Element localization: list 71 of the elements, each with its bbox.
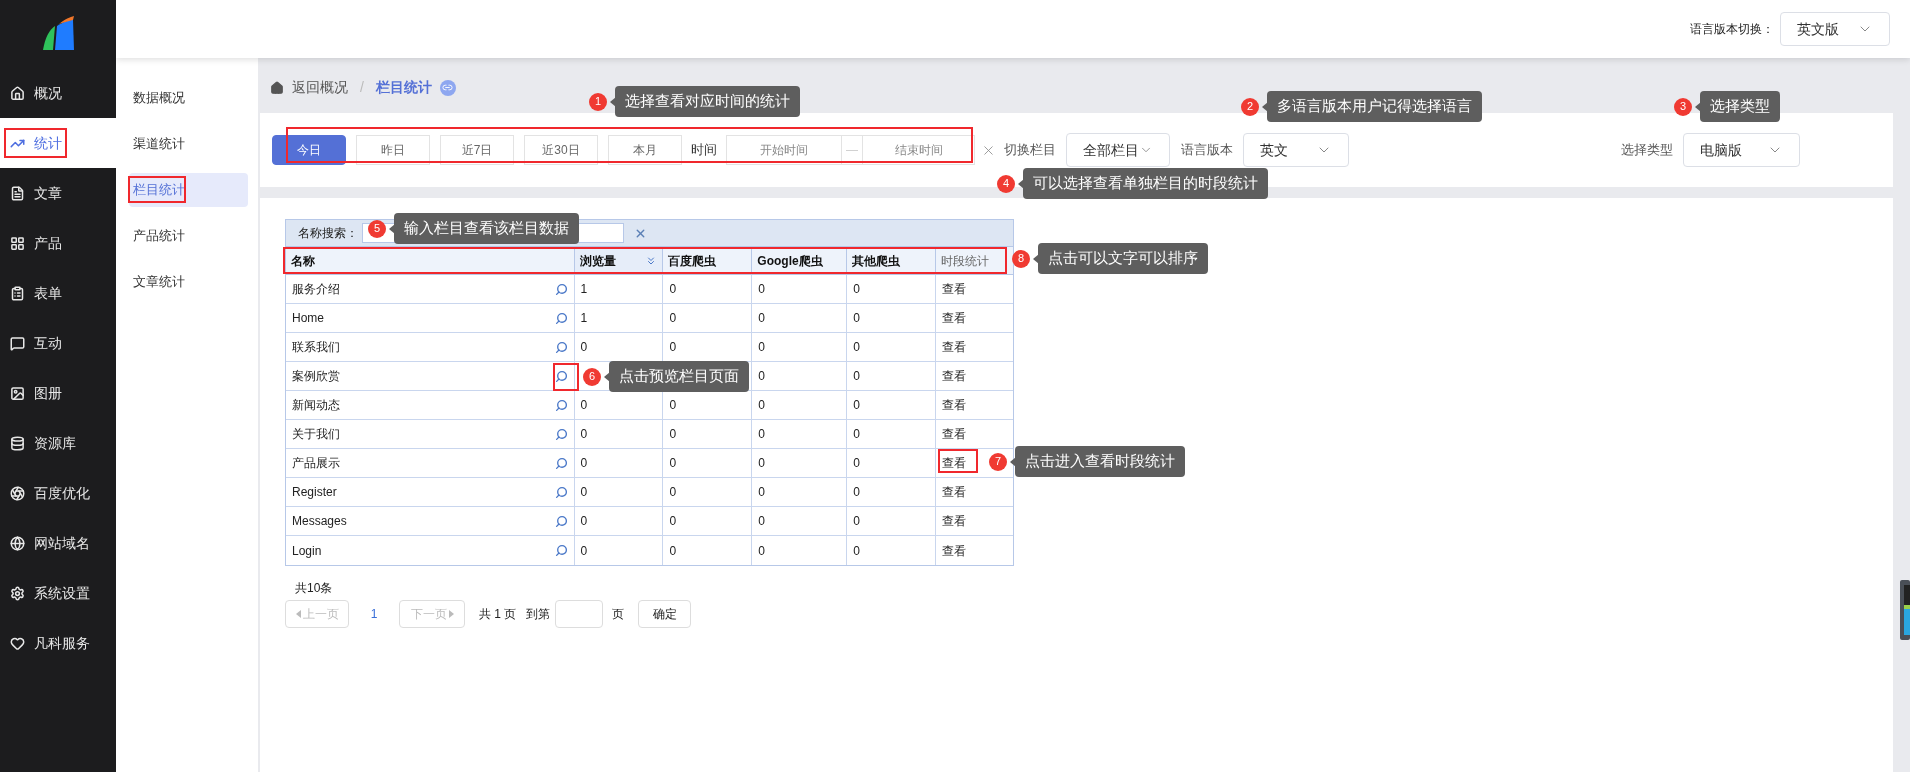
table-cell-text: 0 [580,484,588,501]
table-cell-text: 0 [758,513,766,530]
table-cell-text: 0 [758,310,766,327]
type-label: 选择类型 [1621,141,1673,160]
table-cell-text: 1 [580,281,588,298]
step-number: 3 [1674,97,1692,116]
table-cell-text: 产品展示 [292,455,340,472]
table-cell-text: Login [292,542,322,560]
breadcrumb-current: 栏目统计 [375,78,432,97]
table-cell-text: 0 [580,513,588,530]
table-cell-text: 关于我们 [292,426,340,443]
table-cell-text: 0 [853,368,860,385]
callout: 多语言版本用户记得选择语言 [1267,91,1482,122]
callout: 输入栏目查看该栏目数据 [394,213,579,244]
table-cell-text: 0 [758,339,766,356]
callout: 点击进入查看时段统计 [1015,446,1185,477]
search-label: 名称搜索： [298,225,358,242]
table-cell-text: 0 [853,339,860,356]
table-cell-text: 1 [580,310,588,327]
table-cell-text: 0 [758,484,766,501]
table-cell-text: 0 [669,339,677,356]
table-cell-text: 0 [758,455,766,472]
table-cell-text: 0 [580,542,588,560]
table-cell-text: 0 [580,339,588,356]
time-label: 时间 [690,141,718,160]
table-cell-text: 0 [853,310,860,327]
table-cell-text: 服务介绍 [292,281,340,298]
table-cell-text: 0 [669,281,677,298]
language-switch-label: 语言版本切换： [1690,21,1774,38]
page-count: 共 1 页 [479,606,517,623]
breadcrumb-separator: / [359,78,365,97]
step-number: 2 [1241,97,1259,116]
callout: 选择查看对应时间的统计 [615,86,800,117]
table-cell-text: 0 [853,281,860,298]
table-cell-text: 0 [758,368,766,385]
total-count: 共10条 [294,580,334,597]
table-cell-text: 0 [580,455,588,472]
step-number: 1 [589,92,607,111]
table-cell-text: 0 [758,542,766,560]
table-cell-text: 0 [853,397,860,414]
table-cell-text: 0 [669,542,677,560]
table-cell-text: Register [292,484,337,501]
table-cell-text: 0 [853,484,860,501]
language-version-label: 语言版本 [1181,141,1233,160]
table-cell-text: 0 [853,542,860,560]
table-cell-text: Home [292,310,324,327]
table-cell-text: 0 [669,513,677,530]
column-switch-label: 切换栏目 [1004,141,1056,160]
table-cell-text: 0 [669,455,677,472]
callout: 点击预览栏目页面 [609,361,749,392]
table-cell-text: 0 [758,281,766,298]
table-cell-text: 0 [669,310,677,327]
table-cell-text: 0 [580,426,588,443]
table-cell-text: 0 [669,397,677,414]
table-cell-text: 新闻动态 [292,397,340,414]
table-cell-text: 联系我们 [292,339,340,356]
page-unit: 页 [612,606,625,623]
table-cell-text: 案例欣赏 [292,368,340,385]
goto-label: 到第 [526,606,551,623]
table-cell-text: 0 [758,397,766,414]
table-cell-text: 0 [853,455,860,472]
table-cell-text: 0 [580,397,588,414]
table-cell-text: 0 [758,426,766,443]
callout: 选择类型 [1700,91,1780,122]
table-cell-text: Messages [292,513,347,530]
table-cell-text: 0 [669,426,677,443]
table-cell-text: 0 [669,484,677,501]
callout: 可以选择查看单独栏目的时段统计 [1023,168,1268,199]
callout: 点击可以文字可以排序 [1038,243,1208,274]
table-cell-text: 0 [853,426,860,443]
table-cell-text: 0 [853,513,860,530]
